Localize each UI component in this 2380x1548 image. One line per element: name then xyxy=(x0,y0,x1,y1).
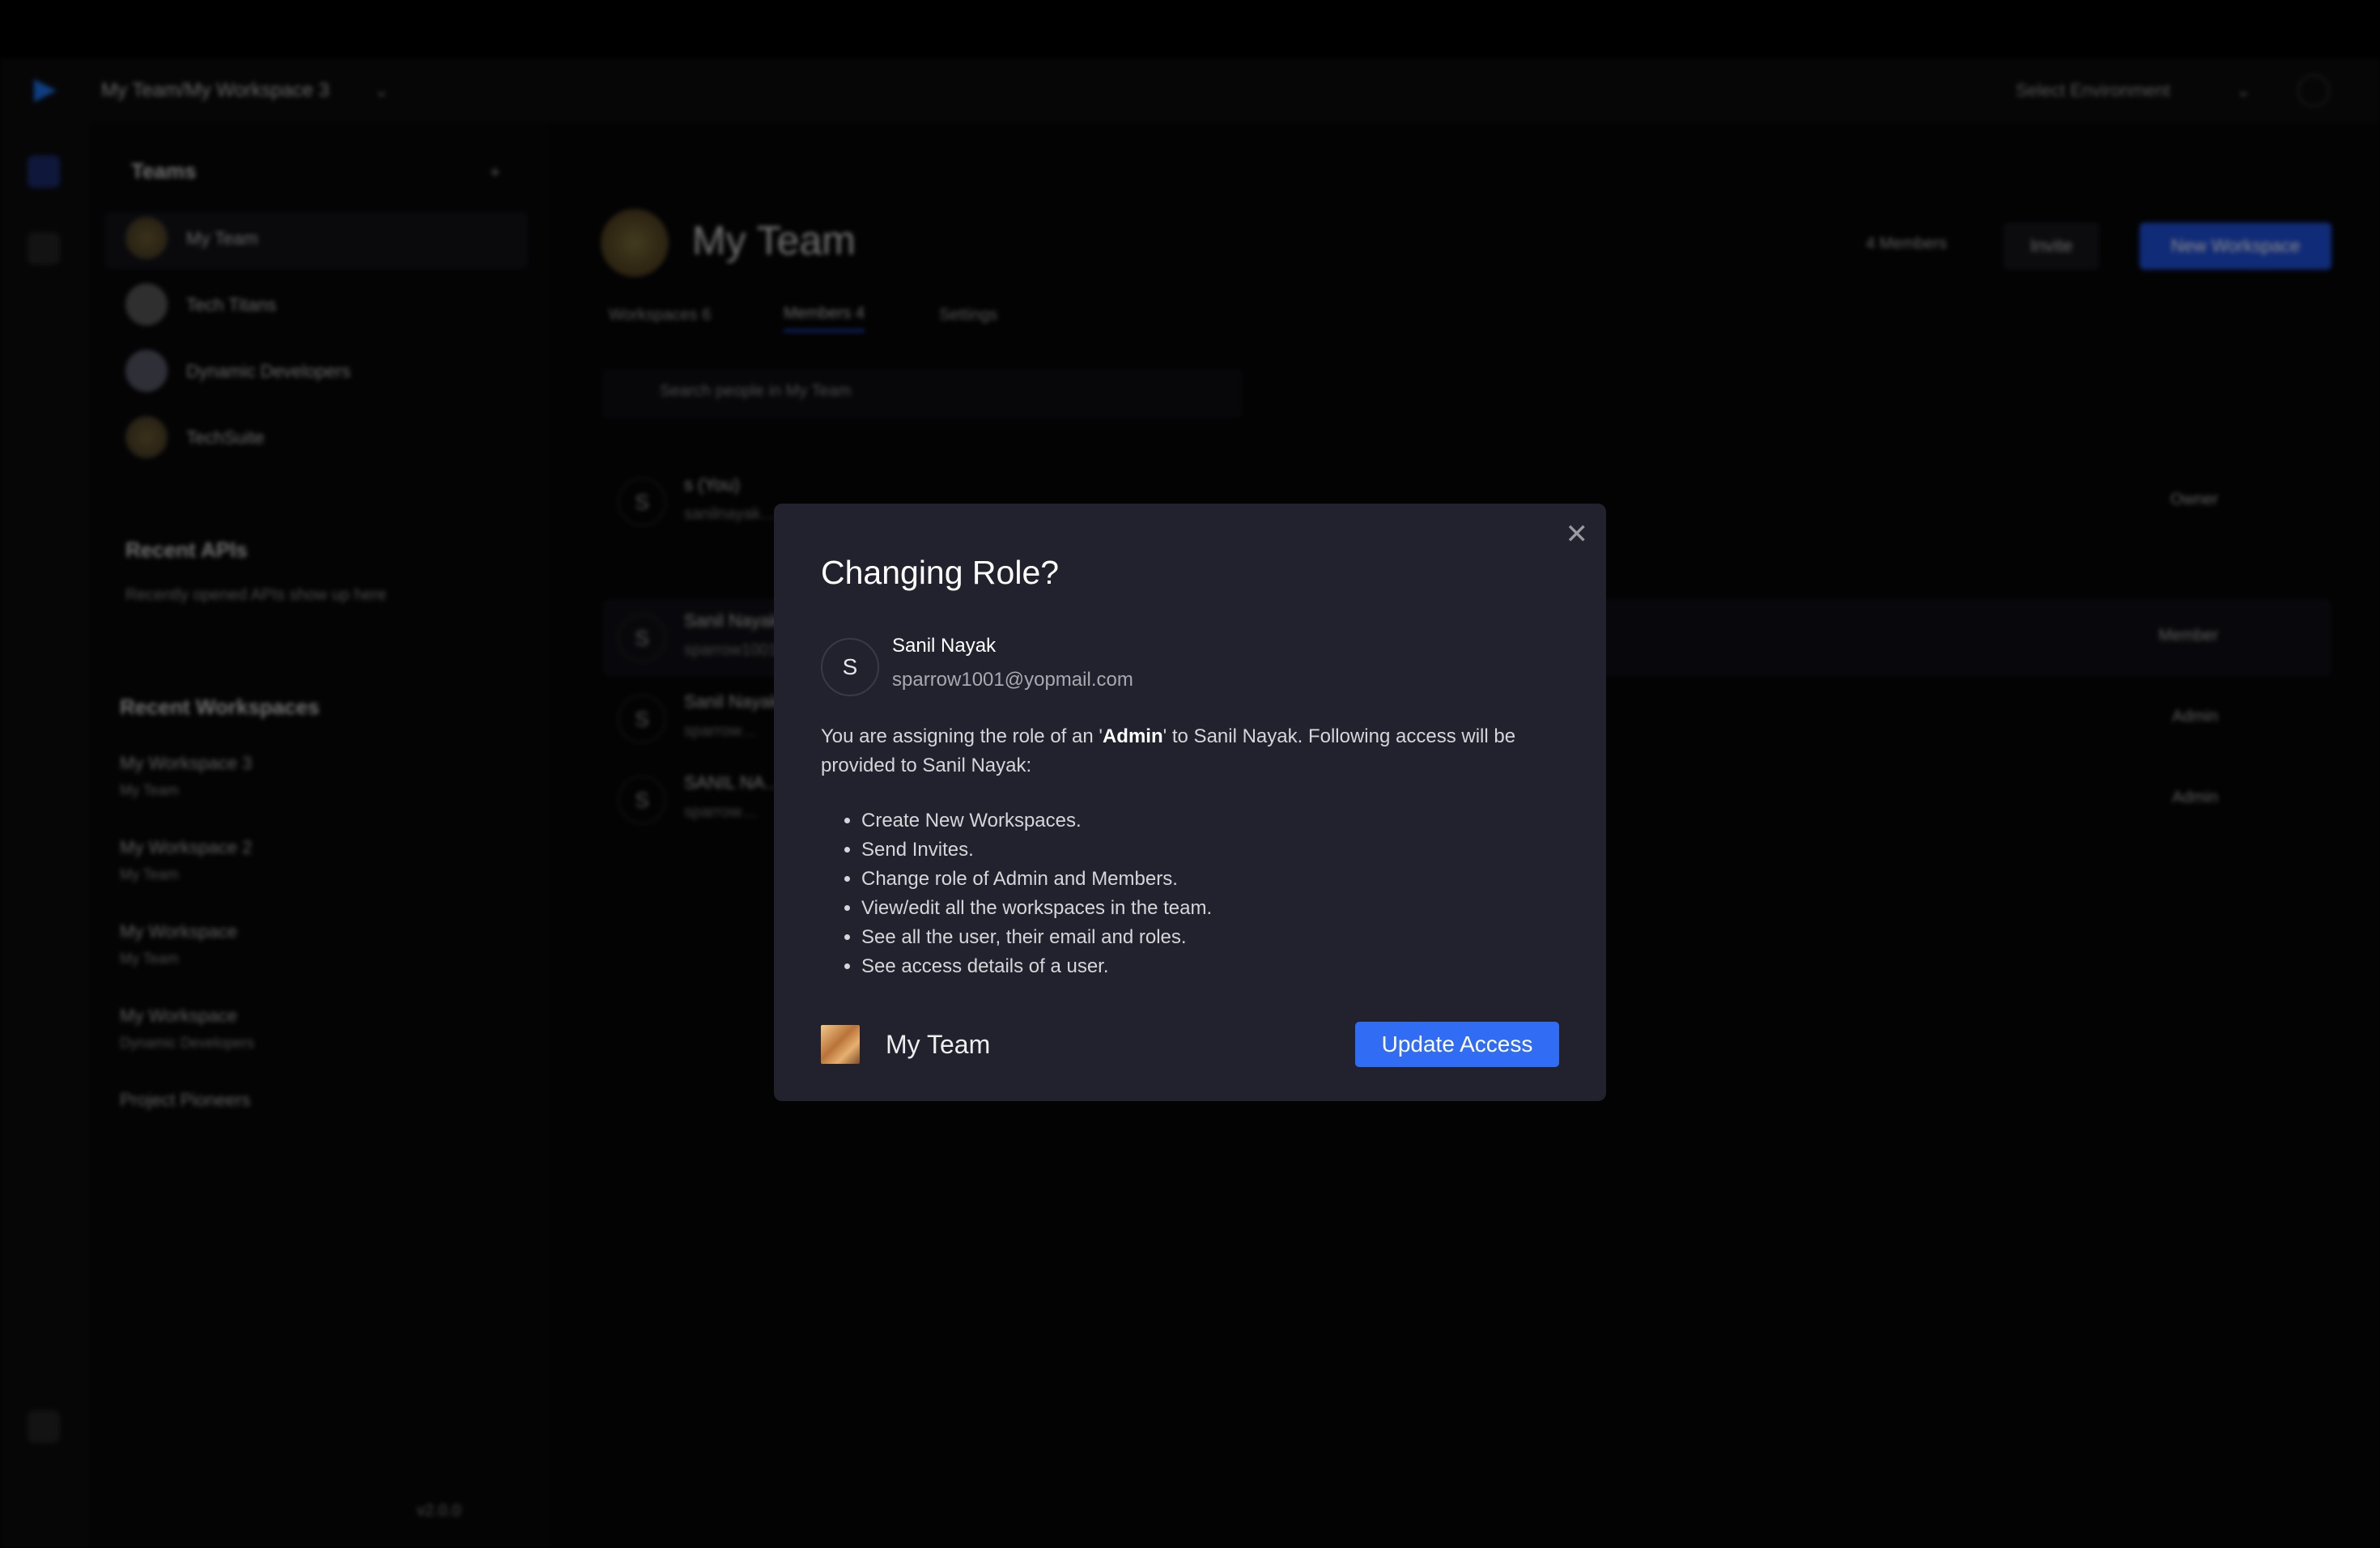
tab-members[interactable]: Members 4 xyxy=(784,304,865,332)
close-icon[interactable]: ✕ xyxy=(1566,518,1589,551)
top-strip xyxy=(0,0,2380,58)
version-label: v2.0.0 xyxy=(417,1502,461,1520)
member-name: s (You) xyxy=(684,474,740,495)
member-name: Sanil Nayak xyxy=(684,691,780,712)
team-avatar xyxy=(125,350,168,392)
modal-footer: My Team Update Access xyxy=(821,1022,1559,1067)
sidebar: Teams + xyxy=(89,123,550,1548)
member-email: sparrow… xyxy=(684,722,759,740)
recent-workspaces-heading: Recent Workspaces xyxy=(120,695,320,719)
tab-label: Workspaces xyxy=(609,306,698,324)
workspace-name: My Workspace 3 xyxy=(120,753,253,773)
user-email: sparrow1001@yopmail.com xyxy=(892,669,1133,691)
members-count: 4 Members xyxy=(1866,235,1948,253)
team-avatar xyxy=(125,416,168,458)
permission-item: Send Invites. xyxy=(861,836,1212,865)
modal-title: Changing Role? xyxy=(821,554,1060,591)
permissions-list: Create New Workspaces. Send Invites. Cha… xyxy=(840,806,1212,981)
member-avatar: S xyxy=(618,614,666,662)
update-access-button[interactable]: Update Access xyxy=(1355,1022,1559,1067)
workspace-name: My Workspace xyxy=(120,1006,238,1026)
teams-heading: Teams xyxy=(131,159,197,183)
recent-workspace-item[interactable]: Project Pioneers xyxy=(120,1090,250,1111)
user-avatar: S xyxy=(821,638,879,696)
member-email: sanilnayak… xyxy=(684,505,777,523)
member-name: Sanil Nayak xyxy=(684,610,780,631)
user-name: Sanil Nayak xyxy=(892,635,997,657)
profile-avatar[interactable] xyxy=(2297,74,2330,107)
member-role[interactable]: Admin xyxy=(2172,789,2218,807)
member-avatar: S xyxy=(618,776,666,824)
permission-item: Change role of Admin and Members. xyxy=(861,865,1212,894)
role-name: Admin xyxy=(1102,725,1163,747)
role-description: You are assigning the role of an 'Admin'… xyxy=(821,722,1549,780)
team-item[interactable]: Tech Titans xyxy=(186,295,276,316)
recent-apis-heading: Recent APIs xyxy=(125,538,248,562)
tab-count: 6 xyxy=(702,306,712,324)
team-item[interactable]: My Team xyxy=(186,228,258,249)
recent-workspace-item[interactable]: My Workspace 3 My Team xyxy=(120,753,252,799)
tab-settings[interactable]: Settings xyxy=(939,306,997,325)
settings-icon[interactable] xyxy=(28,1410,60,1443)
team-name: My Team xyxy=(886,1030,991,1059)
invite-button[interactable]: Invite xyxy=(2004,223,2099,270)
recent-workspace-item[interactable]: My Workspace Dynamic Developers xyxy=(120,1006,254,1052)
chevron-down-icon[interactable]: ⌄ xyxy=(374,80,389,101)
change-role-modal: ✕ Changing Role? S Sanil Nayak sparrow10… xyxy=(774,504,1606,1101)
search-input[interactable]: Search people in My Team xyxy=(603,369,1243,418)
team-image xyxy=(821,1025,860,1064)
workspace-name: My Workspace 2 xyxy=(120,837,253,857)
home-icon[interactable] xyxy=(28,155,60,188)
user-info: S Sanil Nayak sparrow1001@yopmail.com xyxy=(821,635,1388,700)
page-title: My Team xyxy=(692,218,856,263)
app-header: My Team/My Workspace 3 ⌄ Select Environm… xyxy=(0,58,2380,123)
desc-text: You are assigning the role of an ' xyxy=(821,725,1103,747)
tab-workspaces[interactable]: Workspaces 6 xyxy=(609,306,711,325)
workspace-team: Dynamic Developers xyxy=(120,1035,255,1051)
workspace-team: My Team xyxy=(120,950,179,967)
permission-item: See access details of a user. xyxy=(861,952,1212,981)
recent-apis-empty: Recently opened APIs show up here xyxy=(125,586,387,604)
team-item[interactable]: TechSuite xyxy=(186,427,265,449)
workspace-team: My Team xyxy=(120,782,179,798)
logo-icon xyxy=(34,79,57,102)
permission-item: See all the user, their email and roles. xyxy=(861,923,1212,952)
chevron-down-icon[interactable]: ⌄ xyxy=(2236,80,2250,101)
team-item-selected[interactable] xyxy=(105,212,528,269)
team-item[interactable]: Dynamic Developers xyxy=(186,361,351,382)
workspace-team: My Team xyxy=(120,866,179,882)
environment-select[interactable]: Select Environment xyxy=(2016,80,2170,101)
workspace-name: My Workspace xyxy=(120,921,238,942)
recent-workspace-item[interactable]: My Workspace 2 My Team xyxy=(120,837,252,883)
recent-workspace-item[interactable]: My Workspace My Team xyxy=(120,921,237,968)
new-workspace-button[interactable]: New Workspace xyxy=(2140,223,2331,270)
collections-icon[interactable] xyxy=(28,232,60,265)
tab-count: 4 xyxy=(855,304,865,322)
member-avatar: S xyxy=(618,478,666,526)
team-avatar-large xyxy=(601,209,669,277)
permission-item: View/edit all the workspaces in the team… xyxy=(861,894,1212,923)
member-name: SANIL NA… xyxy=(684,772,783,793)
team-avatar xyxy=(125,283,168,325)
member-role[interactable]: Owner xyxy=(2170,491,2218,509)
permission-item: Create New Workspaces. xyxy=(861,806,1212,836)
tab-label: Members xyxy=(784,304,852,322)
add-team-icon[interactable]: + xyxy=(490,162,500,183)
member-email: sparrow… xyxy=(684,803,759,821)
breadcrumb[interactable]: My Team/My Workspace 3 xyxy=(101,79,329,102)
member-avatar: S xyxy=(618,695,666,743)
member-role[interactable]: Admin xyxy=(2172,708,2218,726)
member-role[interactable]: Member xyxy=(2159,627,2218,645)
icon-rail xyxy=(0,123,89,1548)
team-avatar xyxy=(125,217,168,259)
